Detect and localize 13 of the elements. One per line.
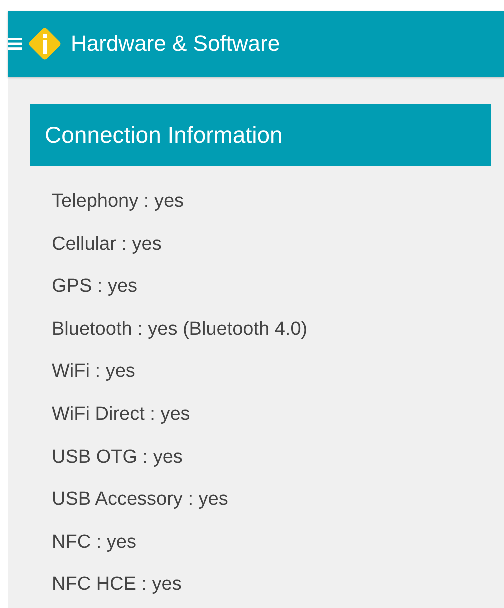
info-line: Cellular : yes [52,234,163,257]
info-line: WiFi Direct : yes [52,404,192,427]
info-line: USB OTG : yes [52,446,184,470]
app-title: Hardware & Software [71,31,280,57]
info-line: NFC HCE : yes [52,574,183,598]
info-line: NFC : yes [52,532,138,555]
info-line: GPS : yes [52,276,139,300]
info-line: WiFi : yes [52,361,136,384]
section-title: Connection Information [45,122,283,148]
info-line: Bluetooth : yes (Bluetooth 4.0) [52,318,309,342]
info-line: USB Accessory : yes [52,489,230,512]
info-line: Telephony : yes [52,191,186,214]
menu-icon[interactable] [8,37,22,51]
